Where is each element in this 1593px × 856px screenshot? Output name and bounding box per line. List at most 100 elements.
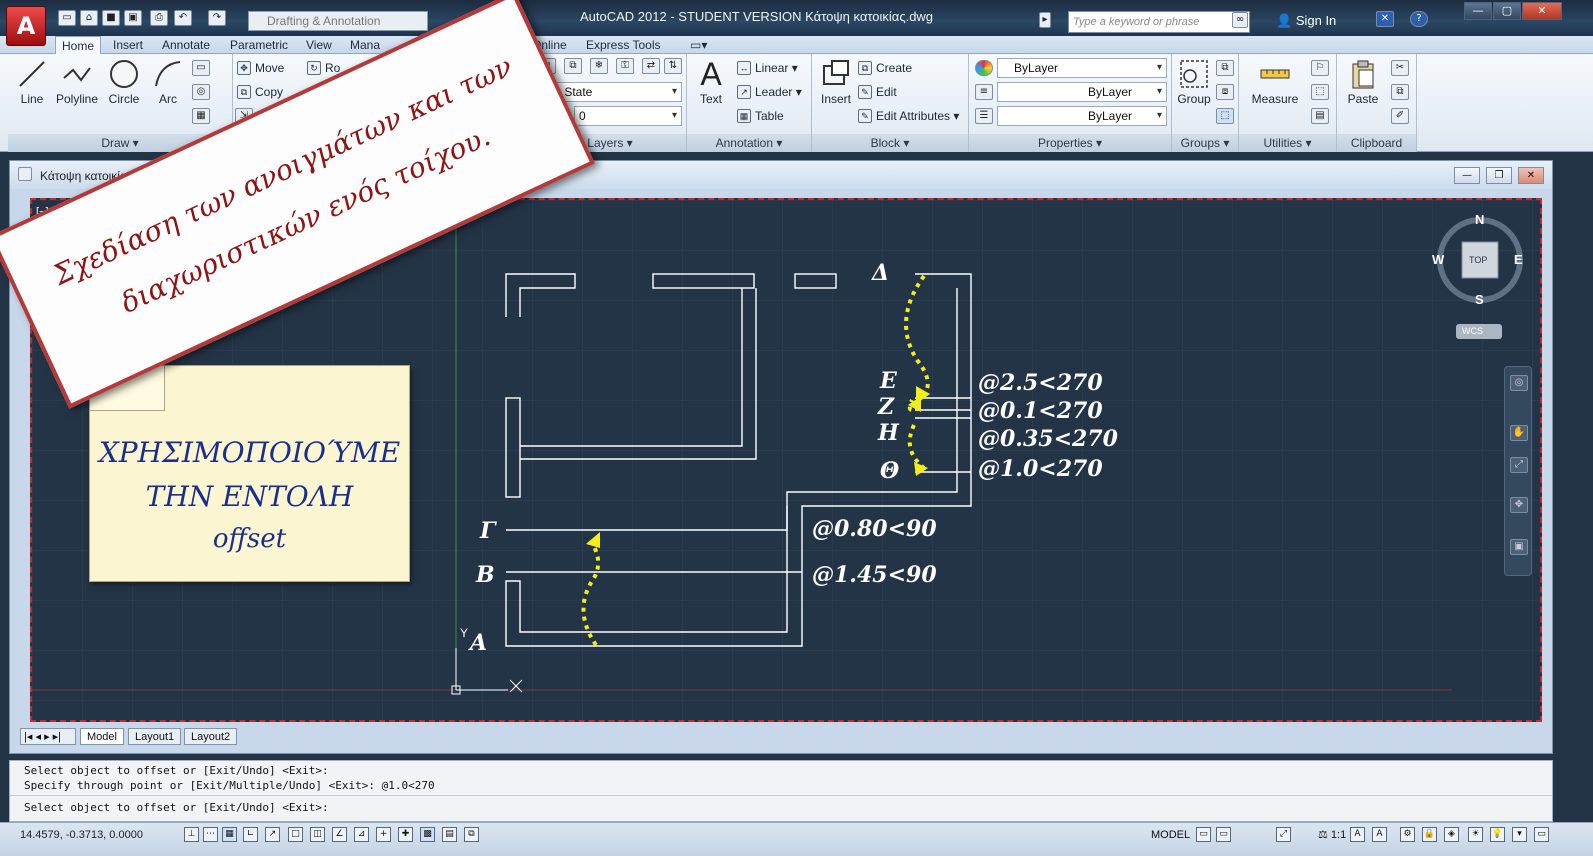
wcs-menu[interactable]: WCS [1456, 324, 1502, 339]
tab-manage[interactable]: Mana [344, 36, 386, 54]
properties-panel-title[interactable]: Properties ▾ [969, 134, 1171, 152]
layout-nav-buttons[interactable]: |◂ ◂ ▸ ▸| [20, 728, 76, 745]
tab-express-tools[interactable]: Express Tools [580, 36, 666, 54]
group-selection-icon[interactable]: ⬚ [1216, 108, 1234, 124]
light-bulb-icon[interactable]: 💡 [1490, 827, 1505, 842]
annotation-visibility-icon[interactable]: A [1350, 827, 1365, 842]
text-tool[interactable]: A Text [689, 58, 733, 106]
viewport-controls-label[interactable]: [−] [Top] [ [36, 206, 82, 218]
layer-state-dropdown[interactable]: r State [552, 82, 682, 102]
auto-scale-icon[interactable]: A [1372, 827, 1387, 842]
block-panel-title[interactable]: Block ▾ [812, 134, 968, 152]
layer-freeze-icon[interactable]: ❄ [590, 58, 608, 74]
maximize-button[interactable]: ▢ [1493, 2, 1521, 20]
tab-online[interactable]: Online [526, 36, 573, 54]
rotate-tool[interactable]: ↻ Ro [305, 58, 340, 78]
quick-select-icon[interactable]: ⚐ [1311, 60, 1329, 76]
layer-walk-icon[interactable]: ⇅ [664, 58, 682, 74]
pan-icon[interactable]: ✋ [1510, 425, 1528, 441]
save-icon[interactable]: ■ [102, 10, 120, 26]
linetype-dropdown[interactable]: ByLayer [997, 82, 1167, 102]
sign-in-link[interactable]: 👤 Sign In [1276, 11, 1336, 31]
arc-tool[interactable]: Arc [146, 58, 190, 106]
ungroup-icon[interactable]: ⧉ [1216, 60, 1234, 76]
layer-off-icon[interactable]: ⧉ [564, 58, 582, 74]
annotation-scale[interactable]: ⚖ 1:1 [1318, 823, 1346, 847]
workspace-dropdown[interactable]: Drafting & Annotation [248, 11, 428, 31]
transparency-icon[interactable]: ▩ [420, 827, 435, 842]
quick-view-layouts-icon[interactable]: ▭ [1196, 827, 1211, 842]
compass-south[interactable]: S [1475, 292, 1484, 307]
workspace-switching-icon[interactable]: ⚙ [1400, 827, 1415, 842]
select-all-icon[interactable]: ⬚ [1311, 84, 1329, 100]
color-wheel-icon[interactable] [975, 60, 993, 76]
layer-match-icon[interactable]: ⇄ [642, 58, 660, 74]
drawing-restore-button[interactable]: ❐ [1486, 167, 1512, 184]
measure-tool[interactable]: Measure [1243, 58, 1307, 106]
snap-mode-icon[interactable]: ⋯ [203, 827, 218, 842]
viewcube-top-face[interactable]: TOP [1469, 255, 1487, 265]
insert-block-tool[interactable]: Insert [814, 58, 858, 106]
tab-model[interactable]: Model [80, 728, 124, 745]
tab-layout1[interactable]: Layout1 [128, 728, 182, 745]
hatch-icon[interactable]: ▦ [192, 108, 210, 124]
match-properties-icon[interactable]: ✐ [1391, 108, 1409, 124]
clean-screen-icon[interactable]: ▭ [1534, 827, 1549, 842]
groups-panel-title[interactable]: Groups ▾ [1172, 134, 1238, 152]
drawing-close-button[interactable]: ✕ [1518, 167, 1544, 184]
zoom-extents-icon[interactable]: ⤢ [1510, 457, 1528, 473]
copy-clip-icon[interactable]: ⧉ [1391, 84, 1409, 100]
color-dropdown[interactable]: ByLayer [997, 58, 1167, 78]
3d-object-snap-icon[interactable]: ◫ [310, 827, 325, 842]
copy-tool[interactable]: ⧉ Copy [235, 82, 283, 102]
linetype-icon[interactable]: ≡ [975, 84, 993, 100]
compass-west[interactable]: W [1432, 252, 1444, 267]
tab-parametric[interactable]: Parametric [224, 36, 294, 54]
group-edit-icon[interactable]: ⧈ [1216, 84, 1234, 100]
binoculars-icon[interactable]: ∞ [1232, 12, 1248, 28]
help-icon[interactable]: ? [1410, 11, 1428, 27]
layers-panel-title[interactable]: Layers ▾ [534, 134, 686, 152]
selection-cycling-icon[interactable]: ⧉ [464, 827, 479, 842]
search-expand-icon[interactable]: ▸ [1039, 12, 1051, 28]
compass-east[interactable]: E [1514, 252, 1523, 267]
ellipse-icon[interactable]: ◎ [192, 84, 210, 100]
open-file-icon[interactable]: ⌂ [80, 10, 98, 26]
clipboard-panel-title[interactable]: Clipboard [1337, 134, 1416, 152]
quick-view-drawings-icon[interactable]: ▭ [1216, 827, 1231, 842]
object-snap-icon[interactable]: □ [288, 827, 303, 842]
dynamic-ucs-icon[interactable]: ⊿ [354, 827, 369, 842]
hardware-acceleration-icon[interactable]: ◈ [1444, 827, 1459, 842]
close-button[interactable]: ✕ [1522, 2, 1562, 20]
application-menu-button[interactable]: A [6, 6, 46, 46]
utilities-panel-title[interactable]: Utilities ▾ [1239, 134, 1336, 152]
current-layer-dropdown[interactable]: 0 [574, 106, 682, 126]
steering-wheel-icon[interactable]: ◎ [1510, 375, 1528, 391]
cut-icon[interactable]: ✂ [1391, 60, 1409, 76]
save-as-icon[interactable]: ▣ [124, 10, 142, 26]
dynamic-input-icon[interactable]: + [376, 827, 391, 842]
layer-lock-icon[interactable]: ⚿ [616, 58, 634, 74]
draw-panel-title[interactable]: Draw ▾ [8, 134, 232, 152]
tab-view[interactable]: View [300, 36, 338, 54]
stretch-icon[interactable]: ⇲ [235, 108, 253, 124]
linear-dimension-tool[interactable]: ↔ Linear ▾ [735, 58, 798, 78]
search-input[interactable]: Type a keyword or phrase [1068, 11, 1250, 33]
object-snap-tracking-icon[interactable]: ∠ [332, 827, 347, 842]
edit-attributes-tool[interactable]: ✎ Edit Attributes ▾ [856, 106, 959, 126]
tab-annotate[interactable]: Annotate [156, 36, 216, 54]
table-tool[interactable]: ▦ Table [735, 106, 784, 126]
command-line-window[interactable]: Select object to offset or [Exit/Undo] <… [9, 760, 1553, 822]
tab-home[interactable]: Home [55, 36, 102, 55]
coordinates-readout[interactable]: 14.4579, -0.3713, 0.0000 [20, 823, 143, 847]
tab-insert[interactable]: Insert [107, 36, 149, 54]
rectangle-icon[interactable]: ▭ [192, 60, 210, 76]
lineweight-dropdown[interactable]: ByLayer [997, 106, 1167, 126]
polyline-tool[interactable]: Polyline [52, 58, 102, 106]
exchange-icon[interactable]: ✕ [1376, 11, 1394, 27]
group-tool[interactable]: Group [1172, 58, 1216, 106]
ortho-mode-icon[interactable]: ∟ [243, 827, 258, 842]
grid-display-icon[interactable]: ▦ [222, 827, 237, 842]
move-tool[interactable]: ✥ Move [235, 58, 284, 78]
drawing-minimize-button[interactable]: — [1454, 167, 1480, 184]
